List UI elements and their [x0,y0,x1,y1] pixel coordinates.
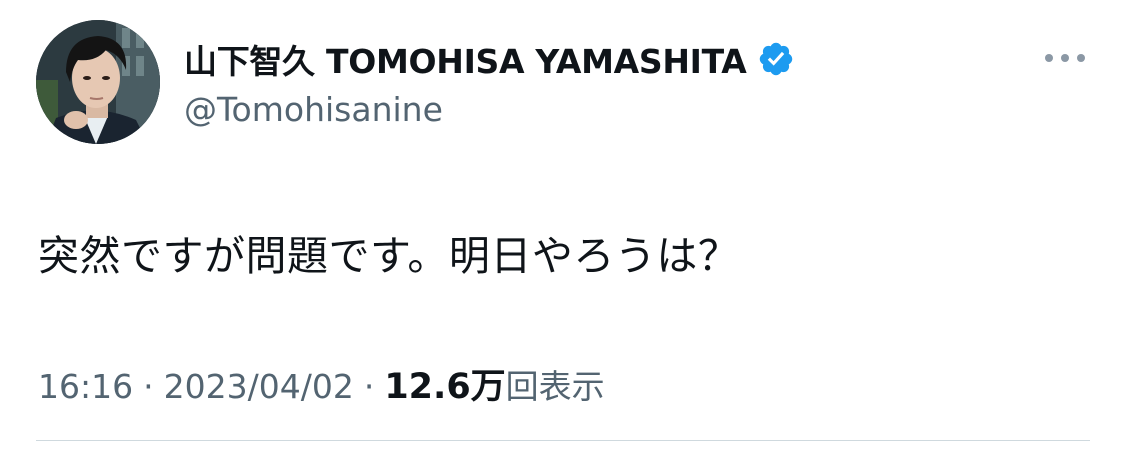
display-name[interactable]: 山下智久 TOMOHISA YAMASHITA [184,35,747,83]
tweet-card: 山下智久 TOMOHISA YAMASHITA @Tomohisanine 突然… [0,0,1125,469]
verified-badge-icon [757,40,795,78]
tweet-time[interactable]: 16:16 [38,367,133,406]
meta-separator: · [363,367,375,406]
tweet-text: 突然ですが問題です。明日やろうは？ [38,232,740,280]
user-info[interactable]: 山下智久 TOMOHISA YAMASHITA @Tomohisanine [184,34,795,129]
name-row: 山下智久 TOMOHISA YAMASHITA [184,34,795,84]
avatar-photo [36,20,160,144]
divider [36,440,1090,441]
user-handle[interactable]: @Tomohisanine [184,90,795,129]
tweet-date[interactable]: 2023/04/02 [164,367,354,406]
views-label: 回表示 [505,367,605,406]
more-horizontal-icon [1045,54,1085,62]
views-count[interactable]: 12.6万 [384,358,505,409]
more-options-button[interactable] [1040,44,1090,72]
avatar[interactable] [36,20,160,144]
meta-separator: · [143,367,154,406]
tweet-meta: 16:16 · 2023/04/02 · 12.6万 回表示 [38,358,605,409]
